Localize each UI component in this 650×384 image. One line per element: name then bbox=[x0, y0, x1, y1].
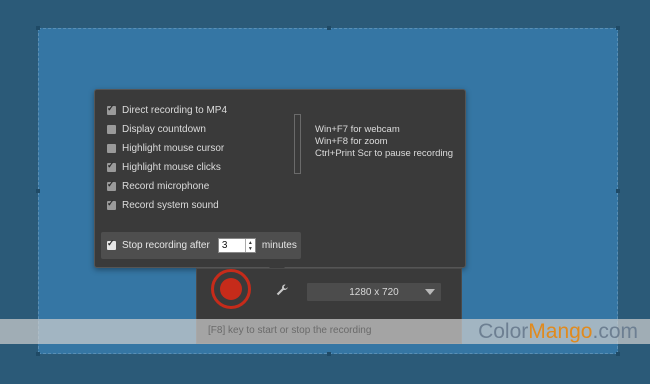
stop-after-group: Stop recording after 3 ▲ ▼ minutes bbox=[101, 232, 301, 259]
resize-handle-tl[interactable] bbox=[36, 26, 40, 30]
watermark-banner: [F8] key to start or stop the recording … bbox=[0, 319, 650, 344]
watermark-logo: ColorMango.com bbox=[478, 319, 638, 344]
minutes-unit: minutes bbox=[261, 240, 297, 251]
resize-handle-bl[interactable] bbox=[36, 352, 40, 356]
logo-prefix: Color bbox=[478, 320, 529, 343]
hotkey-webcam: Win+F7 for webcam bbox=[315, 124, 400, 135]
checkbox-icon[interactable] bbox=[107, 198, 116, 210]
checkbox-icon[interactable] bbox=[107, 103, 116, 115]
record-button[interactable] bbox=[211, 269, 251, 309]
option-label: Display countdown bbox=[122, 123, 206, 135]
logo-suffix: .com bbox=[592, 320, 638, 343]
settings-popup: Direct recording to MP4 Display countdow… bbox=[94, 89, 466, 275]
resize-handle-bm[interactable] bbox=[327, 352, 331, 356]
chevron-down-icon bbox=[425, 289, 435, 295]
checkbox-icon[interactable] bbox=[107, 160, 116, 172]
checkbox-icon[interactable] bbox=[107, 124, 116, 134]
resize-handle-tm[interactable] bbox=[327, 26, 331, 30]
resize-handle-br[interactable] bbox=[616, 352, 620, 356]
resolution-select[interactable]: 1280 x 720 bbox=[307, 283, 441, 301]
option-label: Highlight mouse cursor bbox=[122, 142, 225, 154]
resize-handle-ml[interactable] bbox=[36, 189, 40, 193]
minutes-value[interactable]: 3 bbox=[222, 240, 228, 251]
arrow-down-icon[interactable]: ▼ bbox=[248, 246, 253, 252]
resize-handle-mr[interactable] bbox=[616, 189, 620, 193]
option-record-microphone[interactable]: Record microphone bbox=[107, 178, 209, 194]
option-display-countdown[interactable]: Display countdown bbox=[107, 121, 206, 137]
stepper-arrows[interactable]: ▲ ▼ bbox=[244, 239, 255, 252]
divider bbox=[294, 114, 301, 174]
wrench-icon[interactable] bbox=[275, 283, 289, 297]
stop-after-label: Stop recording after bbox=[122, 240, 210, 251]
minutes-stepper[interactable]: 3 ▲ ▼ bbox=[217, 238, 256, 253]
stop-after-checkbox-icon[interactable] bbox=[107, 238, 116, 250]
hotkey-zoom: Win+F8 for zoom bbox=[315, 136, 388, 147]
option-label: Direct recording to MP4 bbox=[122, 104, 228, 116]
checkbox-icon[interactable] bbox=[107, 179, 116, 191]
option-label: Record microphone bbox=[122, 180, 210, 192]
option-label: Record system sound bbox=[122, 199, 219, 211]
option-direct-mp4[interactable]: Direct recording to MP4 bbox=[107, 102, 227, 118]
hotkey-pause: Ctrl+Print Scr to pause recording bbox=[315, 148, 454, 159]
option-record-system-sound[interactable]: Record system sound bbox=[107, 197, 219, 213]
hotkey-list: Win+F7 for webcam Win+F8 for zoom Ctrl+P… bbox=[315, 124, 453, 160]
option-highlight-clicks[interactable]: Highlight mouse clicks bbox=[107, 159, 221, 175]
record-icon bbox=[220, 278, 242, 300]
checkbox-icon[interactable] bbox=[107, 143, 116, 153]
logo-accent: Mango bbox=[528, 320, 593, 343]
hotkey-hint: [F8] key to start or stop the recording bbox=[208, 325, 372, 336]
resolution-value: 1280 x 720 bbox=[349, 286, 399, 298]
option-highlight-cursor[interactable]: Highlight mouse cursor bbox=[107, 140, 224, 156]
option-label: Highlight mouse clicks bbox=[122, 161, 221, 173]
resize-handle-tr[interactable] bbox=[616, 26, 620, 30]
